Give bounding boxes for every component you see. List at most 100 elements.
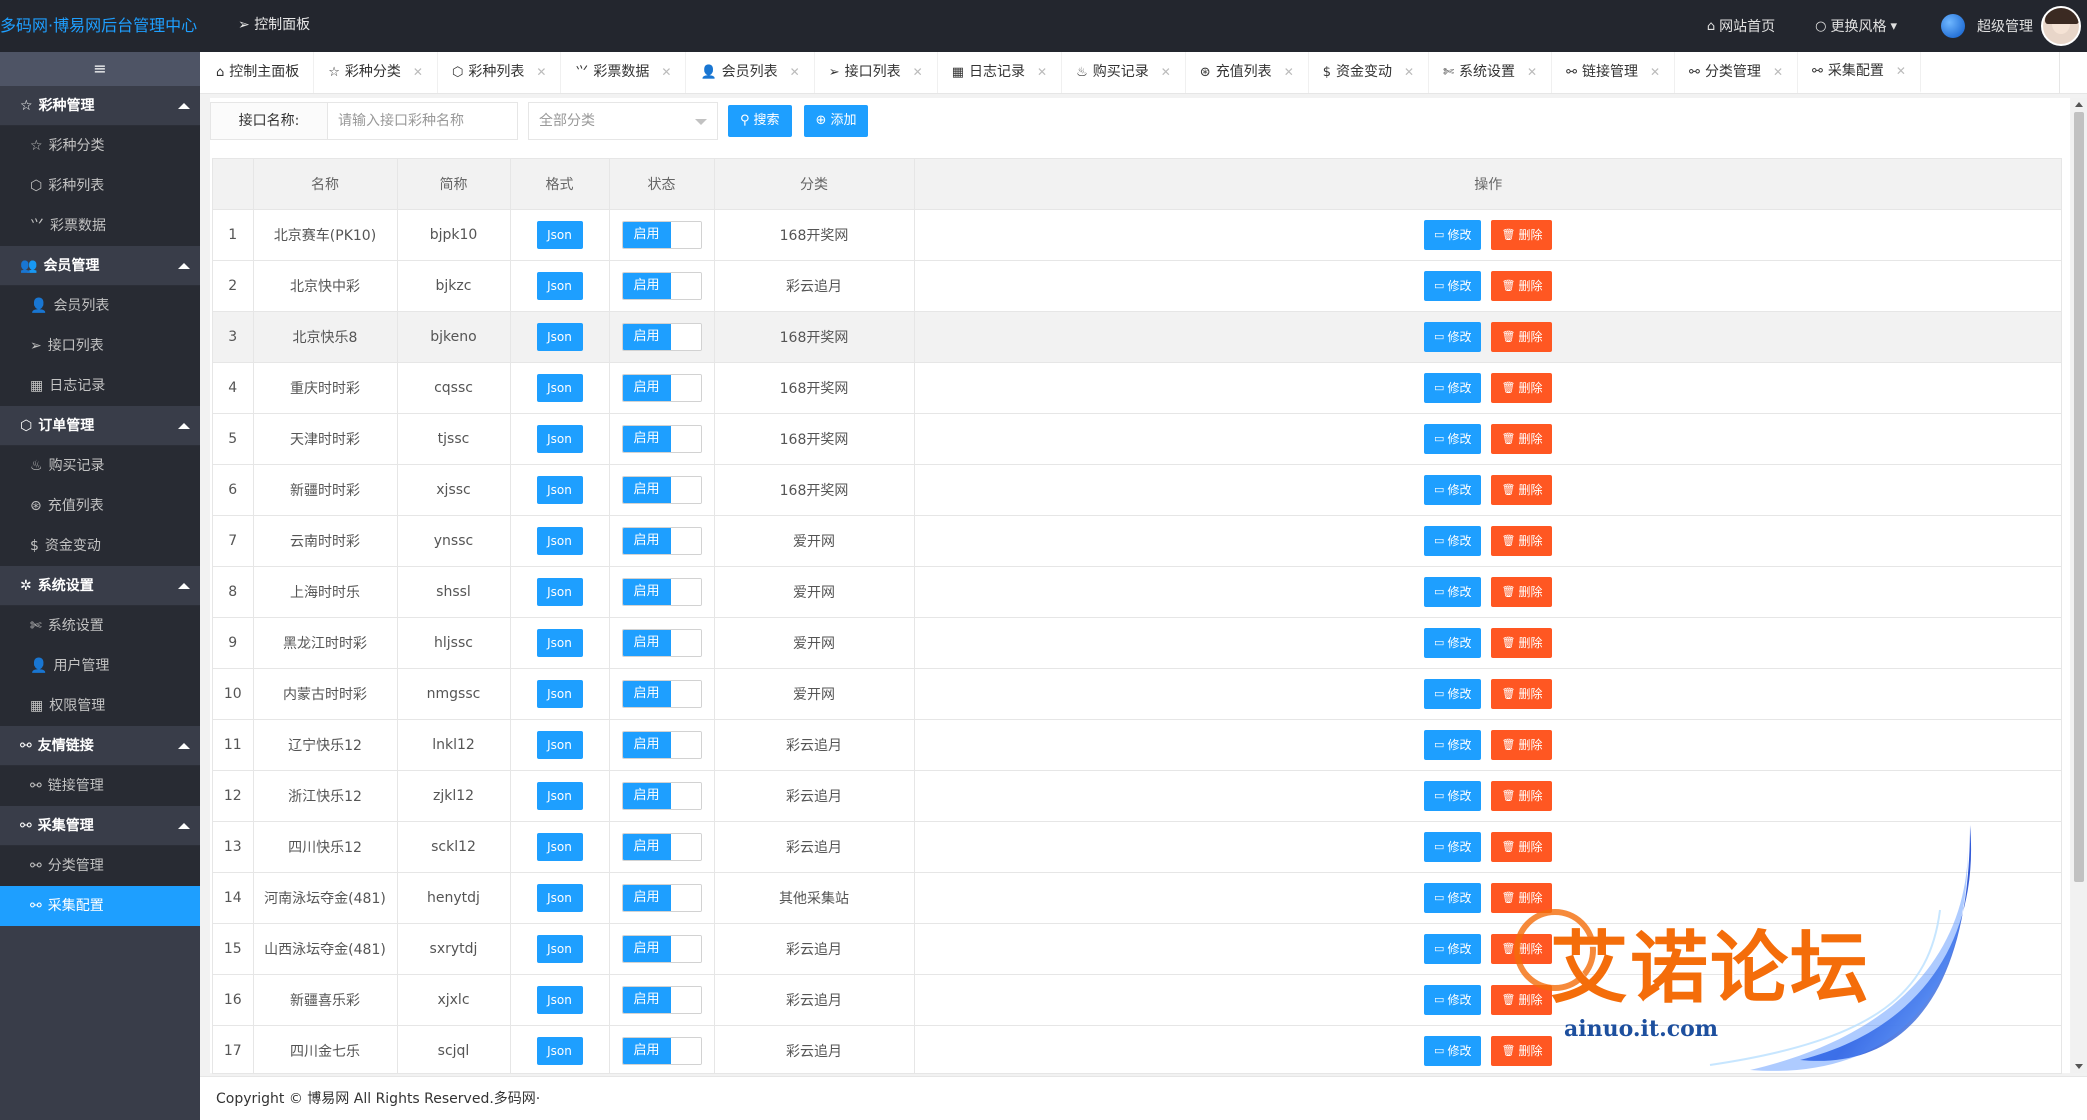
scroll-down-icon[interactable] — [2075, 1064, 2083, 1069]
close-icon[interactable]: ✕ — [1404, 52, 1414, 93]
close-icon[interactable]: ✕ — [1650, 52, 1660, 93]
edit-button[interactable]: ▭ 修改 — [1424, 831, 1482, 862]
sidebar-item[interactable]: ▦ 权限管理 — [0, 686, 200, 726]
edit-button[interactable]: ▭ 修改 — [1424, 1035, 1482, 1066]
edit-button[interactable]: ▭ 修改 — [1424, 270, 1482, 301]
status-switch[interactable]: 启用 — [621, 628, 702, 657]
status-switch[interactable]: 启用 — [621, 781, 702, 810]
edit-button[interactable]: ▭ 修改 — [1424, 729, 1482, 760]
sidebar-item[interactable]: ✄ 系统设置 — [0, 606, 200, 646]
category-select[interactable]: 全部分类 — [528, 102, 718, 140]
sidebar-group[interactable]: ⚯ 采集管理 — [0, 806, 200, 846]
close-icon[interactable]: ✕ — [1161, 52, 1171, 93]
edit-button[interactable]: ▭ 修改 — [1424, 984, 1482, 1015]
status-switch[interactable]: 启用 — [621, 832, 702, 861]
status-switch[interactable]: 启用 — [621, 373, 702, 402]
tab[interactable]: ✄ 系统设置 ✕ — [1429, 52, 1553, 93]
status-switch[interactable]: 启用 — [621, 577, 702, 606]
sidebar-group[interactable]: ✲ 系统设置 — [0, 566, 200, 606]
tab[interactable]: 👤 会员列表 ✕ — [686, 52, 815, 93]
sidebar-item[interactable]: 👤 用户管理 — [0, 646, 200, 686]
close-icon[interactable]: ✕ — [790, 52, 800, 93]
sidebar-item[interactable]: ☆ 彩种分类 — [0, 126, 200, 166]
tab[interactable]: ⚯ 链接管理 ✕ — [1552, 52, 1676, 93]
sidebar-group[interactable]: 👥 会员管理 — [0, 246, 200, 286]
sidebar-item[interactable]: ▦ 日志记录 — [0, 366, 200, 406]
sidebar-item[interactable]: ⺍彩票数据 — [0, 206, 200, 246]
tab[interactable]: ⚯ 采集配置 ✕ — [1798, 52, 1921, 93]
vertical-scrollbar[interactable] — [2071, 98, 2087, 1073]
edit-button[interactable]: ▭ 修改 — [1424, 933, 1482, 964]
delete-button[interactable]: 🗑 删除 — [1491, 678, 1553, 709]
delete-button[interactable]: 🗑 删除 — [1491, 423, 1553, 454]
edit-button[interactable]: ▭ 修改 — [1424, 474, 1482, 505]
tab[interactable]: ➢ 接口列表 ✕ — [815, 52, 938, 93]
delete-button[interactable]: 🗑 删除 — [1491, 627, 1553, 658]
scrollbar-thumb[interactable] — [2074, 112, 2084, 882]
edit-button[interactable]: ▭ 修改 — [1424, 627, 1482, 658]
sidebar-item[interactable]: ⚯ 链接管理 — [0, 766, 200, 806]
sidebar-item[interactable]: $ 资金变动 — [0, 526, 200, 566]
change-style-menu[interactable]: ○ 更换风格 ▾ — [1815, 16, 1901, 36]
status-switch[interactable]: 启用 — [621, 1036, 702, 1065]
avatar[interactable] — [2041, 6, 2081, 46]
close-icon[interactable]: ✕ — [1773, 52, 1783, 93]
interface-name-input[interactable] — [328, 102, 518, 140]
delete-button[interactable]: 🗑 删除 — [1491, 270, 1553, 301]
delete-button[interactable]: 🗑 删除 — [1491, 372, 1553, 403]
status-switch[interactable]: 启用 — [621, 220, 702, 249]
sidebar-item[interactable]: ⊛ 充值列表 — [0, 486, 200, 526]
edit-button[interactable]: ▭ 修改 — [1424, 219, 1482, 250]
sidebar-group[interactable]: ☆ 彩种管理 — [0, 86, 200, 126]
status-switch[interactable]: 启用 — [621, 322, 702, 351]
control-panel-link[interactable]: ➢ 控制面板 — [238, 0, 310, 52]
sidebar-item[interactable]: ⬡ 彩种列表 — [0, 166, 200, 206]
delete-button[interactable]: 🗑 删除 — [1491, 219, 1553, 250]
delete-button[interactable]: 🗑 删除 — [1491, 525, 1553, 556]
delete-button[interactable]: 🗑 删除 — [1491, 576, 1553, 607]
status-switch[interactable]: 启用 — [621, 985, 702, 1014]
sidebar-toggle-button[interactable]: ≡ — [0, 52, 200, 86]
edit-button[interactable]: ▭ 修改 — [1424, 780, 1482, 811]
search-button[interactable]: ⚲ 搜索 — [728, 105, 792, 137]
close-icon[interactable]: ✕ — [536, 52, 546, 93]
status-switch[interactable]: 启用 — [621, 271, 702, 300]
delete-button[interactable]: 🗑 删除 — [1491, 780, 1553, 811]
sidebar-group[interactable]: ⚯ 友情链接 — [0, 726, 200, 766]
edit-button[interactable]: ▭ 修改 — [1424, 882, 1482, 913]
status-switch[interactable]: 启用 — [621, 475, 702, 504]
tab[interactable]: ⬡ 彩种列表 ✕ — [438, 52, 562, 93]
scroll-up-icon[interactable] — [2075, 102, 2083, 107]
sidebar-item[interactable]: ⚯ 采集配置 — [0, 886, 200, 926]
close-icon[interactable]: ✕ — [1284, 52, 1294, 93]
sidebar-item[interactable]: ➢ 接口列表 — [0, 326, 200, 366]
close-icon[interactable]: ✕ — [1037, 52, 1047, 93]
close-icon[interactable]: ✕ — [1896, 51, 1906, 92]
tab[interactable]: ☆ 彩种分类 ✕ — [314, 52, 438, 93]
tab[interactable]: $ 资金变动 ✕ — [1309, 52, 1430, 93]
delete-button[interactable]: 🗑 删除 — [1491, 729, 1553, 760]
sidebar-item[interactable]: 👤 会员列表 — [0, 286, 200, 326]
edit-button[interactable]: ▭ 修改 — [1424, 372, 1482, 403]
edit-button[interactable]: ▭ 修改 — [1424, 423, 1482, 454]
tab[interactable]: ♨ 购买记录 ✕ — [1062, 52, 1186, 93]
sidebar-group[interactable]: ⬡ 订单管理 — [0, 406, 200, 446]
tab[interactable]: ⊛ 充值列表 ✕ — [1186, 52, 1309, 93]
edit-button[interactable]: ▭ 修改 — [1424, 321, 1482, 352]
close-icon[interactable]: ✕ — [413, 52, 423, 93]
edit-button[interactable]: ▭ 修改 — [1424, 678, 1482, 709]
status-switch[interactable]: 启用 — [621, 679, 702, 708]
status-switch[interactable]: 启用 — [621, 934, 702, 963]
close-icon[interactable]: ✕ — [661, 52, 671, 93]
site-logo[interactable]: 多码网·博易网后台管理中心 — [0, 0, 200, 52]
sidebar-item[interactable]: ♨ 购买记录 — [0, 446, 200, 486]
edit-button[interactable]: ▭ 修改 — [1424, 525, 1482, 556]
tab[interactable]: ⺍彩票数据 ✕ — [561, 52, 687, 93]
delete-button[interactable]: 🗑 删除 — [1491, 321, 1553, 352]
tab[interactable]: ⚯ 分类管理 ✕ — [1675, 52, 1798, 93]
tab-scroll-right[interactable] — [2059, 52, 2087, 93]
close-icon[interactable]: ✕ — [913, 52, 923, 93]
admin-name[interactable]: 超级管理 — [1977, 16, 2033, 36]
tab[interactable]: ⌂ 控制主面板 — [202, 52, 315, 93]
close-icon[interactable]: ✕ — [1527, 52, 1537, 93]
